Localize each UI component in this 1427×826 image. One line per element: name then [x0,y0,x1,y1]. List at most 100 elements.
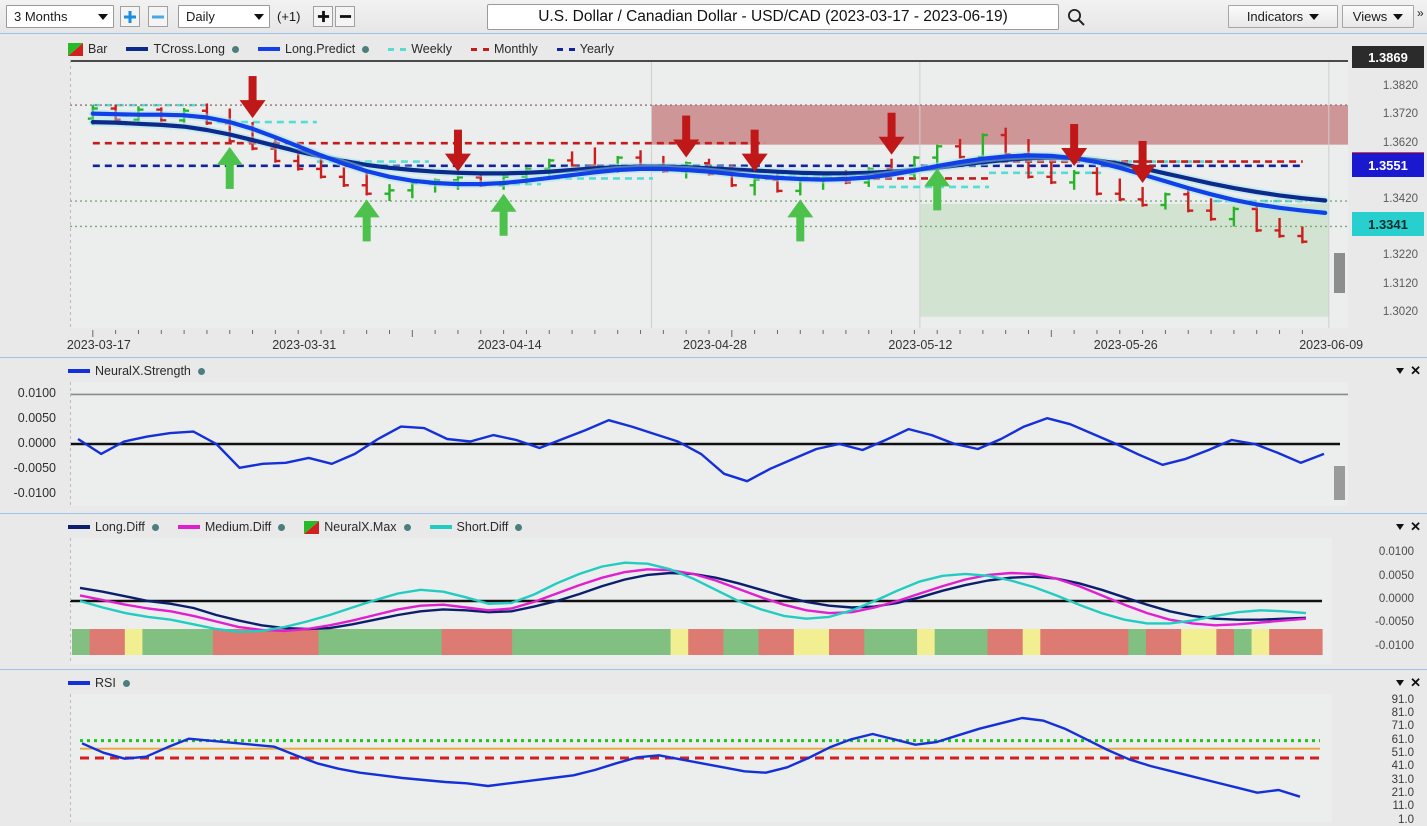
line-swatch-icon [68,681,90,685]
diff-axis-tick: 0.0000 [1378,593,1414,605]
range-plus-button[interactable] [120,6,140,27]
strength-panel-controls: ✕ [1396,364,1421,377]
legend-settings-dot-icon[interactable] [122,679,130,687]
rsi-axis-tick: 1.0 [1398,813,1414,826]
line-swatch-icon [177,525,200,529]
legend-settings-dot-icon[interactable] [197,367,205,375]
toolbar-overflow-button[interactable]: » [1417,6,1424,20]
rsi-axis-tick: 61.0 [1391,733,1414,746]
strength-plot[interactable] [70,382,1348,506]
range-minus-button[interactable] [148,6,168,27]
rsi-plot[interactable] [70,694,1332,822]
strength-axis-tick: 0.0000 [17,436,56,450]
price-axis-tick: 1.3420 [1382,193,1418,206]
rsi-axis-tick: 11.0 [1392,800,1414,813]
dash-swatch-icon [470,47,489,51]
x-axis-tick-label: 2023-03-17 [66,338,131,352]
legend-item[interactable]: TCross.Long [126,42,240,56]
legend-settings-dot-icon[interactable] [403,523,411,531]
legend-item[interactable]: Weekly [388,42,452,56]
chevron-down-icon[interactable] [1396,679,1405,686]
chart-scrollbar-thumb [1334,253,1345,293]
chevron-down-icon[interactable] [1396,367,1405,374]
legend-label: RSI [95,676,116,690]
strength-chart-svg [70,382,1348,506]
views-button[interactable]: Views [1342,5,1414,28]
symbol-input[interactable]: U.S. Dollar / Canadian Dollar - USD/CAD … [487,4,1059,30]
price-axis-tick: 1.3120 [1382,277,1418,290]
diff-axis-tick: -0.0050 [1374,616,1414,629]
strength-axis-tick: -0.0050 [13,460,56,475]
line-swatch-icon [68,369,90,373]
strength-axis-tick: 0.0100 [17,386,56,401]
rsi-axis-tick: 41.0 [1391,760,1414,773]
legend-item[interactable]: Short.Diff [429,520,523,534]
chevron-down-icon [1309,13,1320,20]
chevron-down-icon[interactable] [1396,523,1405,530]
close-icon[interactable]: ✕ [1410,520,1421,533]
price-axis-tick: 1.3720 [1382,108,1418,121]
last-price-marker: 1.3551 [1352,153,1424,178]
price-x-axis: 2023-03-17 2023-03-31 2023-04-14 2023-04-28… [66,330,1363,352]
line-swatch-icon [68,525,90,529]
diff-axis-tick: 0.0100 [1378,546,1414,559]
range-select-value: 3 Months [14,9,68,24]
range-select[interactable]: 3 Months [6,5,114,28]
legend-item[interactable]: NeuralX.Strength [68,364,205,378]
legend-item[interactable]: Long.Predict [258,42,370,56]
dash-swatch-icon [556,47,575,51]
x-axis-tick-label: 2023-06-09 [1299,338,1364,352]
line-swatch-icon [429,525,452,529]
high-marker: 1.3869 [1352,46,1424,68]
views-label: Views [1352,9,1388,24]
line-swatch-icon [126,47,149,51]
legend-item[interactable]: Long.Diff [68,520,159,534]
diff-axis-tick: -0.0100 [1374,639,1414,652]
price-plot[interactable] [70,60,1348,328]
legend-item[interactable]: Yearly [556,42,615,56]
legend-label: Yearly [579,42,615,56]
offset-minus-button[interactable] [335,6,355,27]
legend-label: Medium.Diff [204,520,272,534]
offset-plus-button[interactable] [313,6,333,27]
legend-item[interactable]: Medium.Diff [177,520,286,534]
legend-item[interactable]: Bar [68,42,107,56]
legend-label: TCross.Long [153,42,226,56]
neuralx-max-histogram [72,629,1323,655]
legend-settings-dot-icon[interactable] [151,523,159,531]
legend-label: Bar [88,42,108,56]
legend-settings-dot-icon[interactable] [232,45,240,53]
x-axis-tick-label: 2023-04-14 [477,338,542,352]
strength-axis-tick: 0.0050 [17,411,56,426]
search-icon[interactable] [1066,7,1086,27]
strength-legend: NeuralX.Strength [68,364,205,378]
diff-panel: Long.Diff Medium.Diff NeuralX.Max Short.Dif… [0,513,1427,667]
close-icon[interactable]: ✕ [1410,364,1421,377]
price-chart-svg [70,60,1348,328]
legend-settings-dot-icon[interactable] [515,523,523,531]
interval-select-value: Daily [186,9,215,24]
legend-settings-dot-icon[interactable] [362,45,370,53]
x-tick-marks [92,330,1303,337]
rsi-axis-tick: 51.0 [1391,747,1414,759]
legend-item[interactable]: NeuralX.Max [304,520,411,534]
indicators-label: Indicators [1246,9,1304,24]
legend-label: Long.Predict [285,42,356,56]
legend-item[interactable]: RSI [68,676,130,690]
interval-select[interactable]: Daily [178,5,270,28]
diff-legend: Long.Diff Medium.Diff NeuralX.Max Short.Dif… [68,520,523,534]
price-axis-tick: 1.3620 [1382,136,1418,149]
legend-label: NeuralX.Max [324,520,397,534]
indicators-button[interactable]: Indicators [1228,5,1338,28]
dash-swatch-icon [388,47,407,51]
strength-scrollbar-thumb [1334,466,1345,500]
toolbar: 3 Months Daily (+1) U.S. Dollar / Canadi… [0,0,1427,34]
rsi-axis-tick: 31.0 [1391,773,1414,786]
legend-settings-dot-icon[interactable] [278,523,286,531]
diff-plot[interactable] [70,538,1332,664]
legend-label: Long.Diff [95,520,145,534]
symbol-text: U.S. Dollar / Canadian Dollar - USD/CAD … [538,8,1008,25]
chevron-down-icon [1393,13,1404,20]
legend-item[interactable]: Monthly [470,42,538,56]
price-panel: Bar TCross.Long Long.Predict Weekly Monthly Y… [0,33,1427,355]
